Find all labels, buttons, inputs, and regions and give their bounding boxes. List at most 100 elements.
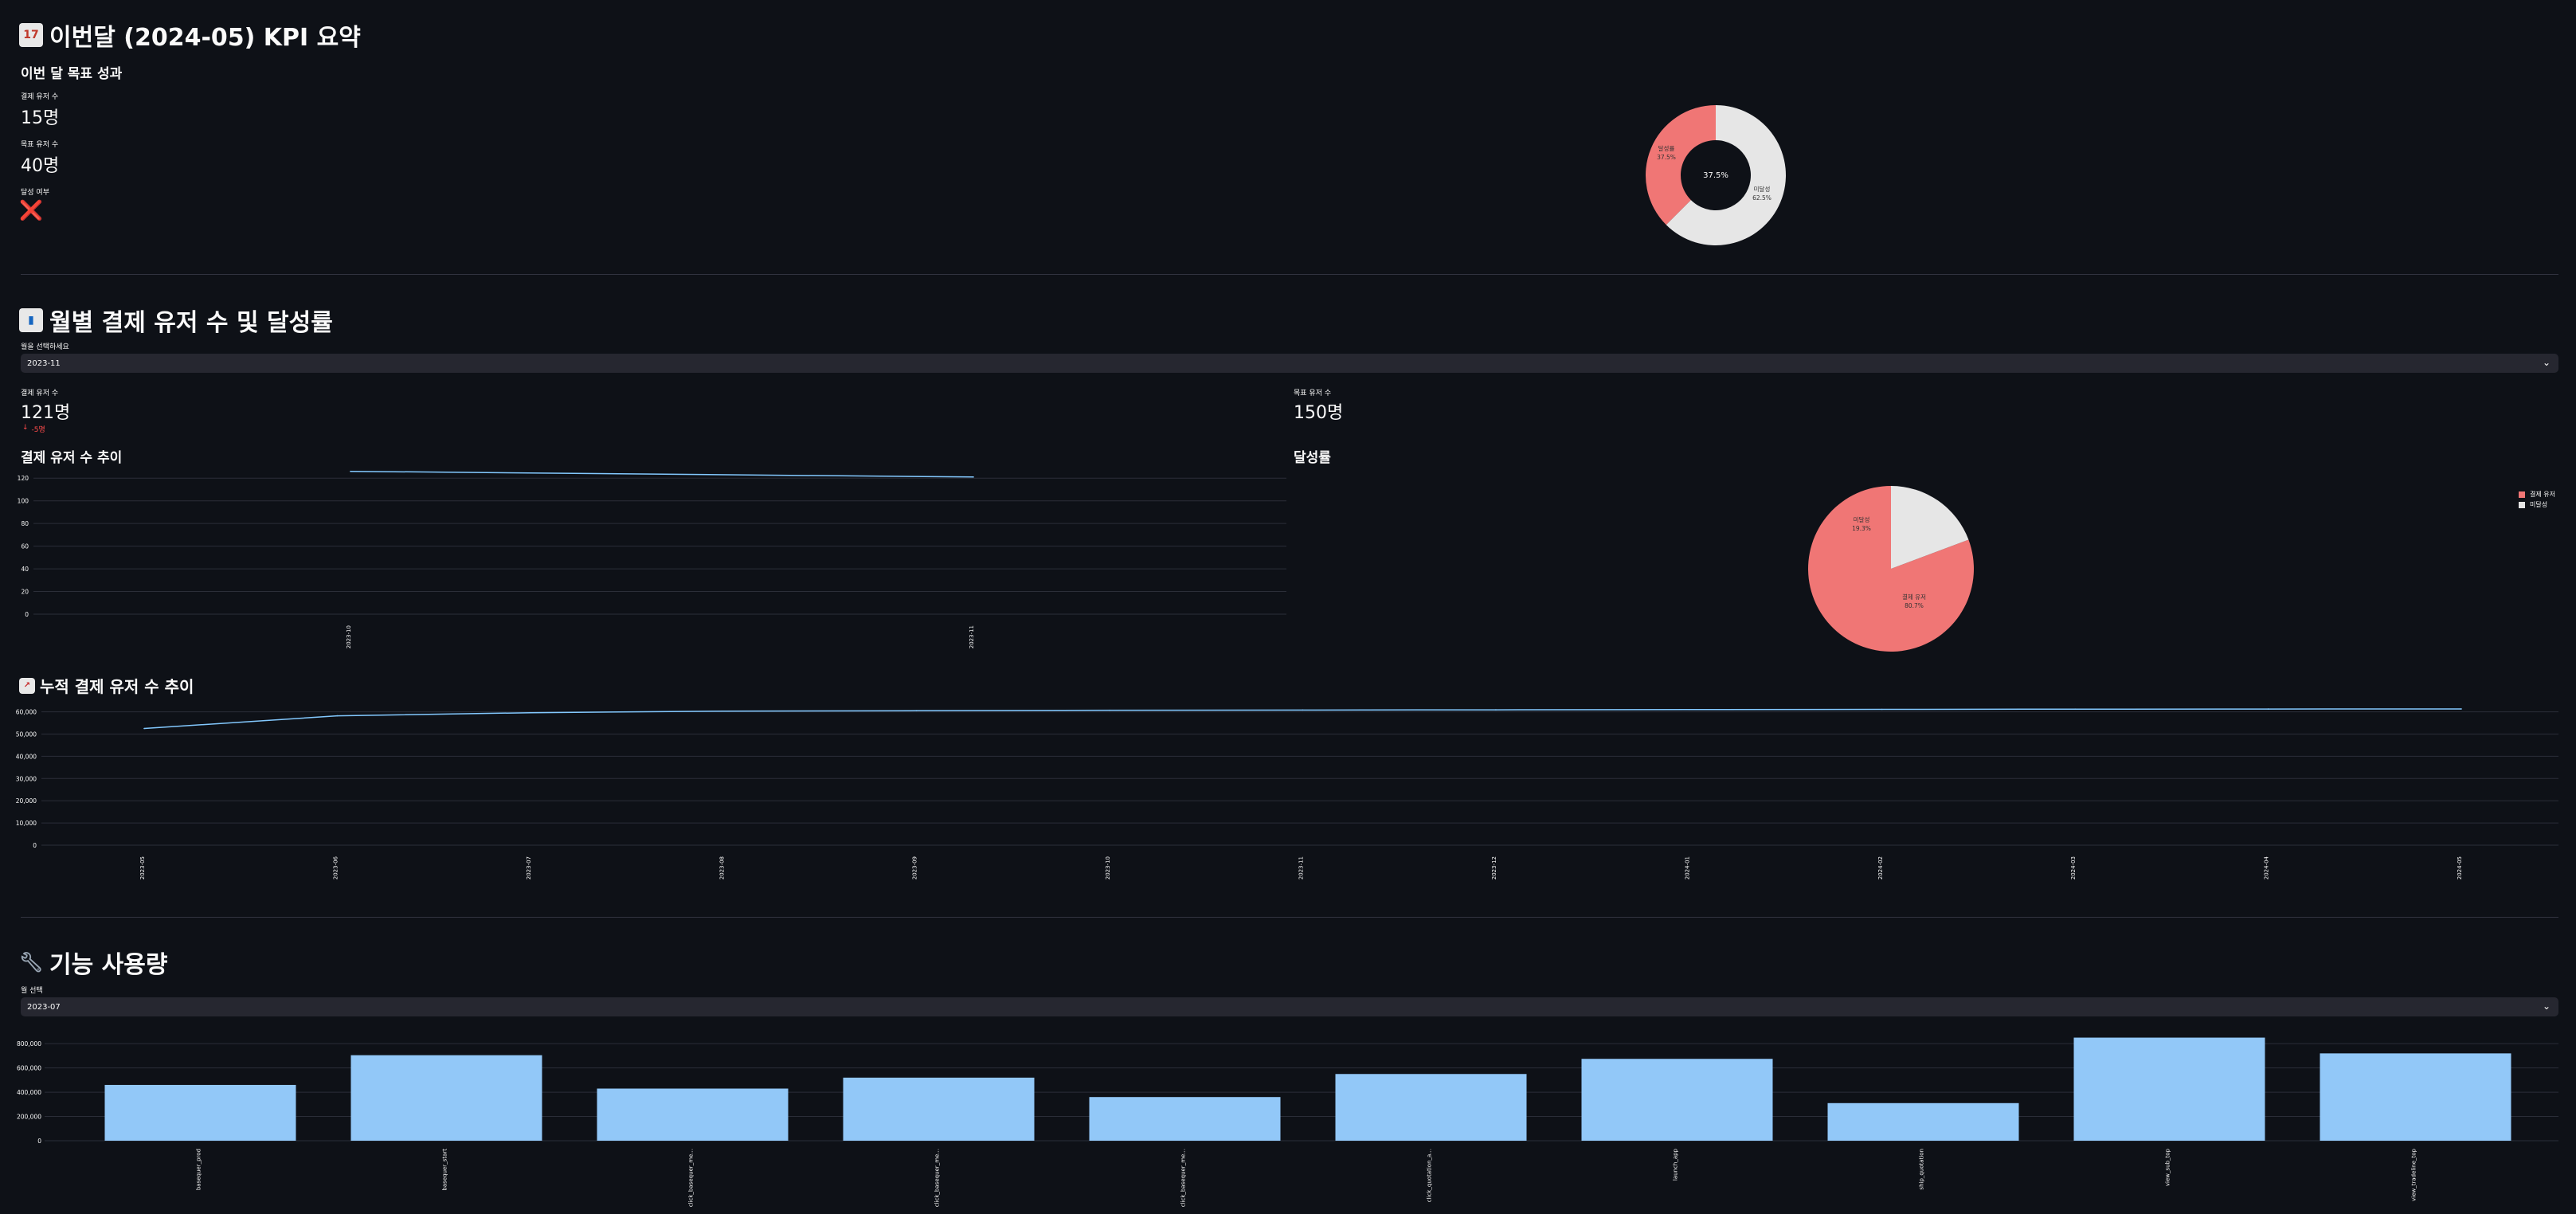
data-point bbox=[2461, 708, 2462, 710]
monthly-target-label: 목표 유저 수 bbox=[1294, 390, 1332, 397]
chevron-down-icon[interactable]: ⌄ bbox=[2543, 1001, 2551, 1012]
wrench-icon: 🔧︎ bbox=[18, 951, 44, 973]
y-tick-label: 100 bbox=[18, 498, 29, 505]
kpi-donut-chart: 37.5% 달성률 37.5% 미달성 62.5% bbox=[1646, 105, 1786, 245]
x-tick-label: 2024-02 bbox=[1877, 856, 1884, 879]
y-tick-label: 80 bbox=[21, 520, 29, 527]
rate-pie-chart: 미달성 19.3% 결제 유저 80.7% bbox=[1808, 486, 1974, 652]
data-point bbox=[2074, 708, 2076, 711]
donut-rest-label: 미달성 bbox=[1754, 186, 1771, 193]
kpi-subtitle: 이번 달 목표 성과 bbox=[21, 66, 123, 82]
x-tick-label: launch_app bbox=[1673, 1148, 1679, 1181]
y-tick-label: 120 bbox=[18, 475, 29, 482]
legend-swatch-rest bbox=[2519, 501, 2525, 508]
x-tick-label: basequer_prod bbox=[196, 1149, 202, 1190]
divider-1 bbox=[21, 274, 2558, 275]
monthly-target-value: 150명 bbox=[1294, 403, 1344, 423]
data-point bbox=[350, 470, 351, 472]
y-tick-label: 30,000 bbox=[16, 775, 37, 782]
not-achieved-icon: ❌ bbox=[19, 199, 43, 221]
x-tick-label: 2023-09 bbox=[912, 856, 918, 879]
cumulative-title: ↗ 누적 결제 유저 수 추이 bbox=[19, 674, 194, 697]
x-tick-label: view_sub_top bbox=[2165, 1148, 2171, 1186]
x-tick-label: click_basequer_me... bbox=[688, 1149, 695, 1207]
bar bbox=[597, 1088, 789, 1141]
y-tick-label: 800,000 bbox=[17, 1040, 41, 1048]
x-tick-label: view_tradeline_top bbox=[2411, 1148, 2417, 1200]
feature-month-select[interactable]: 2023-07 ⌄ bbox=[21, 997, 2558, 1016]
chevron-down-icon[interactable]: ⌄ bbox=[2543, 357, 2551, 368]
data-point bbox=[915, 710, 918, 711]
month-select-label: 월을 선택하세요 bbox=[21, 343, 69, 351]
y-tick-label: 20,000 bbox=[16, 797, 37, 805]
feature-bar-chart: 0 200,000 400,000 600,000 800,000 basequer_pr… bbox=[17, 1037, 2558, 1207]
x-tick-label: click_quotation_a... bbox=[1427, 1149, 1433, 1202]
donut-slice-achieved bbox=[1646, 105, 1716, 225]
monthly-paid-delta: ↓ -5명 bbox=[22, 424, 45, 434]
y-tick-label: 50,000 bbox=[16, 730, 37, 738]
bar bbox=[1581, 1059, 1773, 1141]
data-point bbox=[143, 727, 145, 730]
data-point bbox=[973, 476, 974, 478]
bar bbox=[1089, 1097, 1281, 1141]
x-tick-label: click_basequer_me... bbox=[1180, 1149, 1187, 1207]
y-tick-label: 400,000 bbox=[17, 1089, 41, 1096]
feature-select-value: 2023-07 bbox=[27, 1002, 61, 1012]
calendar-icon: 17 bbox=[19, 23, 43, 47]
x-tick-label: 2023-06 bbox=[332, 856, 339, 879]
y-tick-label: 0 bbox=[33, 842, 37, 849]
legend-item-rest: 미달성 bbox=[2519, 499, 2555, 510]
x-tick-label: 2023-08 bbox=[718, 856, 725, 879]
cumulative-line-chart: 0 10,000 20,000 30,000 40,000 50,000 60,000 202… bbox=[16, 708, 2558, 879]
feature-title: 🔧︎ 기능 사용량 bbox=[18, 945, 168, 980]
x-tick-label: 2023-12 bbox=[1491, 856, 1497, 879]
pie-paid-label: 결제 유저 bbox=[1902, 593, 1926, 601]
x-tick-label: basequer_start bbox=[442, 1149, 448, 1191]
pie-paid-pct: 80.7% bbox=[1905, 602, 1924, 609]
bar bbox=[1827, 1102, 2019, 1141]
monthly-title-text: 월별 결제 유저 수 및 달성률 bbox=[49, 309, 333, 337]
data-point bbox=[2267, 708, 2269, 710]
x-tick-label: 2024-04 bbox=[2264, 856, 2270, 879]
data-point bbox=[530, 711, 531, 714]
x-tick-label: 2024-05 bbox=[2457, 856, 2463, 879]
pie-legend: 결제 유저 미달성 bbox=[2519, 489, 2555, 510]
chart-increasing-icon: ↗ bbox=[19, 677, 35, 694]
y-tick-label: 40 bbox=[21, 566, 29, 573]
month-select-value: 2023-11 bbox=[27, 358, 61, 368]
x-tick-label: 2024-01 bbox=[1684, 856, 1690, 879]
x-tick-label: 2023-05 bbox=[139, 856, 146, 879]
y-tick-label: 0 bbox=[25, 611, 29, 618]
x-tick-label: 2023-11 bbox=[969, 625, 975, 648]
legend-item-paid: 결제 유저 bbox=[2519, 489, 2555, 499]
kpi-title: 17 이번달 (2024-05) KPI 요약 bbox=[19, 18, 361, 53]
target-users-value: 40명 bbox=[21, 156, 60, 176]
achieved-label: 달성 여부 bbox=[21, 189, 49, 197]
pie-rest-pct: 19.3% bbox=[1852, 525, 1871, 532]
monthly-paid-value: 121명 bbox=[21, 403, 71, 423]
x-tick-label: 2023-07 bbox=[526, 856, 532, 879]
donut-center-label: 37.5% bbox=[1703, 171, 1728, 180]
data-point bbox=[1109, 709, 1110, 711]
legend-label-paid: 결제 유저 bbox=[2530, 491, 2555, 498]
kpi-title-text: 이번달 (2024-05) KPI 요약 bbox=[49, 24, 361, 52]
trend-line-chart: 0 20 40 60 80 100 120 2023-10 2023-11 bbox=[18, 470, 1286, 648]
x-tick-label: click_basequer_me... bbox=[934, 1149, 941, 1207]
bar bbox=[843, 1077, 1035, 1141]
feature-select-label: 월 선택 bbox=[21, 987, 43, 995]
x-tick-label: 2023-10 bbox=[346, 625, 352, 648]
y-tick-label: 60,000 bbox=[16, 709, 37, 716]
bar bbox=[2073, 1037, 2265, 1141]
bar-chart-icon: ▮ bbox=[19, 308, 43, 332]
x-tick-label: ship_quotation bbox=[1919, 1149, 1925, 1190]
target-users-label: 목표 유저 수 bbox=[21, 141, 59, 149]
data-point bbox=[1302, 709, 1304, 711]
rate-title: 달성률 bbox=[1294, 450, 1331, 466]
paid-users-value: 15명 bbox=[21, 108, 60, 128]
bar bbox=[350, 1055, 542, 1141]
y-tick-label: 40,000 bbox=[16, 753, 37, 760]
donut-rest-pct: 62.5% bbox=[1752, 194, 1771, 202]
y-tick-label: 0 bbox=[37, 1138, 41, 1145]
month-select[interactable]: 2023-11 ⌄ bbox=[21, 354, 2558, 373]
arrow-down-icon: ↓ bbox=[22, 424, 29, 432]
